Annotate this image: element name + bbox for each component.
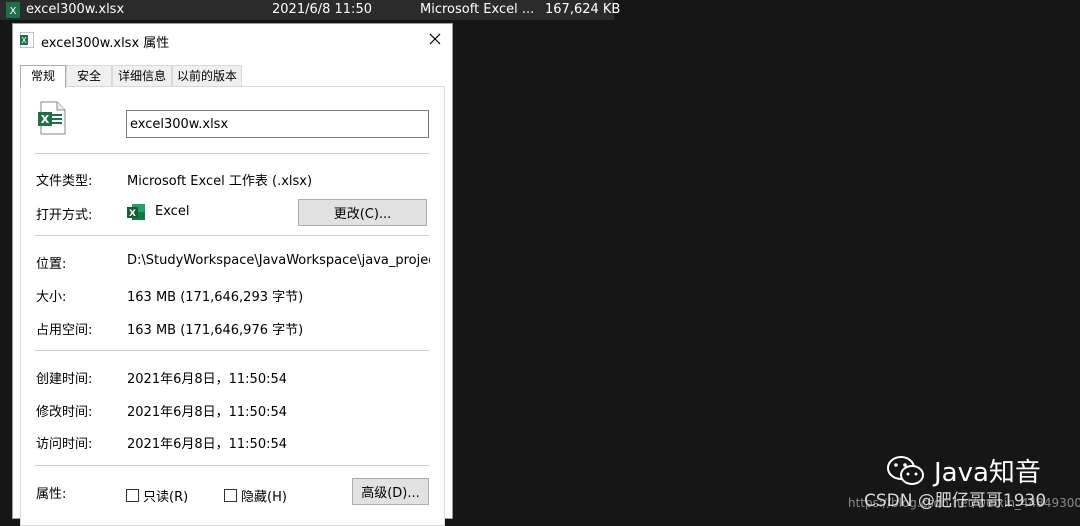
excel-file-icon: X [20,32,34,48]
dialog-title: excel300w.xlsx 属性 [41,36,170,51]
tab-general[interactable]: 常规 [20,65,66,88]
readonly-checkbox-label: 只读(R) [143,490,189,505]
separator [35,153,429,154]
file-type-value: Microsoft Excel 工作表 (.xlsx) [127,174,313,189]
modified-label: 修改时间: [36,405,93,420]
tab-previous-versions[interactable]: 以前的版本 [172,65,242,86]
watermark-brand: Java知音 [934,458,1041,488]
tab-security[interactable]: 安全 [66,65,112,86]
watermark-csdn: CSDN @肥仔哥哥1930 [864,491,1047,511]
separator [35,235,429,236]
file-name-input[interactable] [126,110,429,138]
accessed-value: 2021年6月8日，11:50:54 [127,437,288,452]
open-with-app: Excel [155,204,190,219]
explorer-modified-date: 2021/6/8 11:50 [272,2,372,17]
close-button[interactable] [424,28,446,50]
svg-text:X: X [41,113,50,126]
size-on-disk-value: 163 MB (171,646,976 字节) [127,323,304,338]
wechat-watermark: Java知音 [886,452,1041,489]
size-on-disk-label: 占用空间: [36,323,93,338]
modified-value: 2021年6月8日，11:50:54 [127,405,288,420]
excel-document-icon: X [38,101,66,135]
svg-text:X: X [10,6,17,17]
created-value: 2021年6月8日，11:50:54 [127,372,288,387]
separator [35,465,429,466]
explorer-file-name: excel300w.xlsx [26,2,125,17]
advanced-button[interactable]: 高级(D)... [352,478,429,505]
explorer-file-size: 167,624 KB [545,2,621,17]
svg-text:X: X [129,209,136,219]
checkbox-box[interactable] [224,489,237,502]
explorer-file-type: Microsoft Excel ... [420,2,535,17]
hidden-checkbox-label: 隐藏(H) [241,490,287,505]
explorer-file-row[interactable]: X excel300w.xlsx 2021/6/8 11:50 Microsof… [0,0,620,20]
close-icon [429,33,441,45]
file-type-label: 文件类型: [36,174,93,189]
excel-file-icon: X [6,2,20,18]
properties-dialog: X excel300w.xlsx 属性 常规 安全 详细信息 以前的版本 X 文… [12,23,453,526]
location-value: D:\StudyWorkspace\JavaWorkspace\java_pro… [127,253,430,268]
separator [35,350,429,351]
svg-text:X: X [21,36,27,45]
tab-details[interactable]: 详细信息 [112,65,172,86]
general-tab-panel [20,86,445,526]
location-label: 位置: [36,257,67,272]
size-value: 163 MB (171,646,293 字节) [127,290,304,305]
open-with-label: 打开方式: [36,208,93,223]
created-label: 创建时间: [36,372,93,387]
checkbox-box[interactable] [126,489,139,502]
accessed-label: 访问时间: [36,437,93,452]
wechat-icon [887,455,924,485]
readonly-checkbox[interactable]: 只读(R) [126,486,188,505]
size-label: 大小: [36,290,67,305]
change-button[interactable]: 更改(C)... [298,199,427,226]
hidden-checkbox[interactable]: 隐藏(H) [224,486,287,505]
excel-app-icon: X [127,204,145,220]
attributes-label: 属性: [36,487,67,502]
